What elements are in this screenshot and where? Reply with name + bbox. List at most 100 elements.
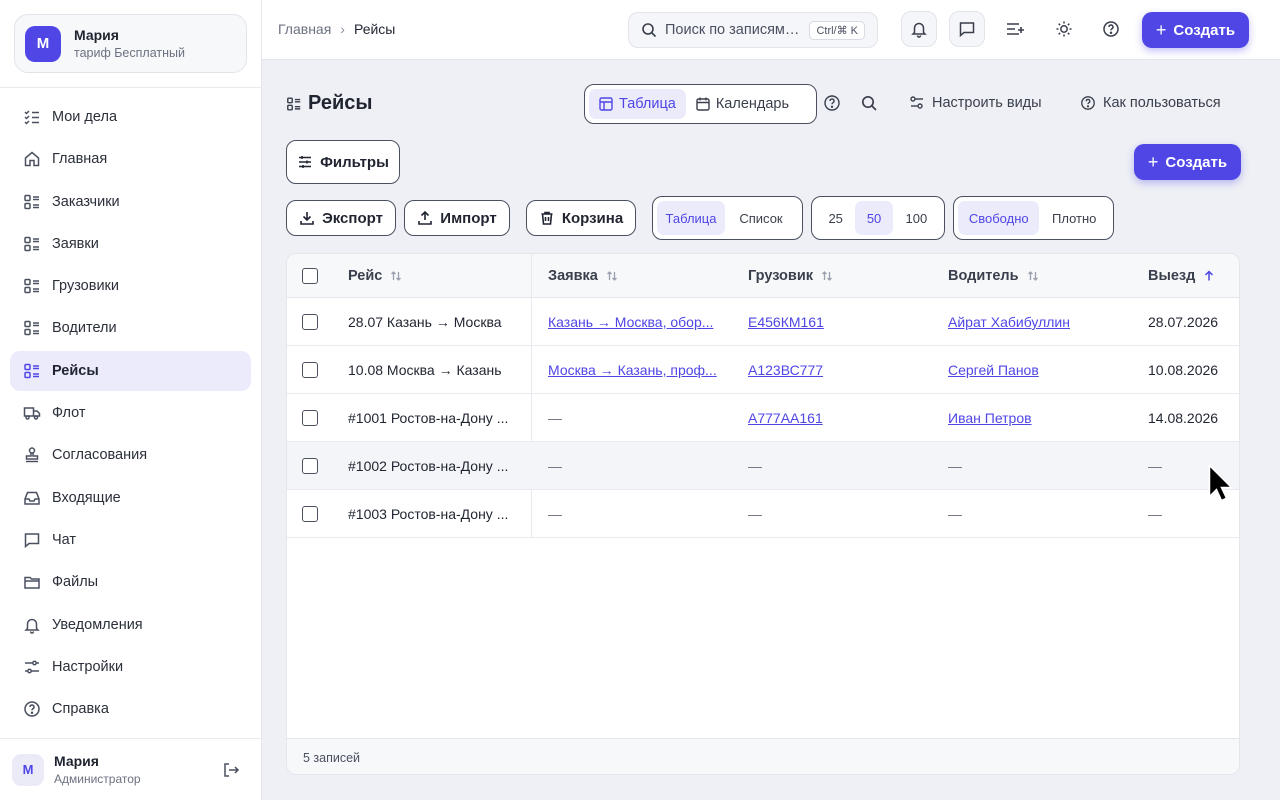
- cell-trip[interactable]: 10.08 Москва → Казань: [348, 346, 523, 394]
- driver-link[interactable]: Иван Петров: [948, 410, 1032, 426]
- tab-calendar-view[interactable]: Календарь: [686, 89, 799, 119]
- driver-link[interactable]: Сергей Панов: [948, 362, 1039, 378]
- sidebar-item-trips[interactable]: Рейсы: [10, 350, 251, 391]
- tab-table-view[interactable]: Таблица: [589, 89, 686, 119]
- configure-views-link[interactable]: Настроить виды: [909, 95, 1042, 111]
- list-add-icon: [1005, 20, 1025, 38]
- driver-link[interactable]: Айрат Хабибуллин: [948, 314, 1070, 330]
- row-checkbox[interactable]: [302, 506, 318, 522]
- sidebar-item-drivers[interactable]: Водители: [10, 308, 251, 348]
- workspace-switcher[interactable]: М Мария тариф Бесплатный: [14, 14, 247, 73]
- table-row[interactable]: #1003 Ростов-на-Дону ... — — — —: [287, 490, 1239, 538]
- cell-order: —: [548, 506, 562, 522]
- truck-link[interactable]: А777АА161: [748, 410, 823, 426]
- select-all-checkbox[interactable]: [302, 268, 318, 284]
- column-header-order[interactable]: Заявка: [548, 254, 618, 298]
- sort-icon: [390, 270, 402, 282]
- search-shortcut: Ctrl/⌘ K: [809, 21, 865, 40]
- help-button[interactable]: [1093, 11, 1129, 47]
- sidebar-item-notifications[interactable]: Уведомления: [10, 605, 251, 645]
- plus-icon: +: [1155, 19, 1167, 40]
- home-icon: [22, 149, 42, 169]
- density-loose[interactable]: Свободно: [958, 201, 1040, 235]
- help-icon[interactable]: [823, 94, 843, 114]
- sidebar-item-fleet[interactable]: Флот: [10, 393, 251, 433]
- table-row[interactable]: #1001 Ростов-на-Дону ... — А777АА161 Ива…: [287, 394, 1239, 442]
- list-icon: [22, 192, 42, 212]
- create-label: Создать: [1173, 21, 1236, 39]
- search-icon[interactable]: [860, 94, 880, 114]
- sidebar-item-label: Мои дела: [52, 109, 118, 125]
- column-header-trip[interactable]: Рейс: [348, 254, 402, 298]
- table-row[interactable]: 10.08 Москва → Казань Москва → Казань, п…: [287, 346, 1239, 394]
- sidebar-item-settings[interactable]: Настройки: [10, 647, 251, 687]
- sidebar-item-trucks[interactable]: Грузовики: [10, 266, 251, 306]
- table-row[interactable]: 28.07 Казань → Москва Казань → Москва, о…: [287, 298, 1239, 346]
- create-button-top[interactable]: + Создать: [1142, 12, 1249, 48]
- table-row[interactable]: #1002 Ростов-на-Дону ... — — — —: [287, 442, 1239, 490]
- truck-link[interactable]: А123ВС777: [748, 362, 823, 378]
- chat-button[interactable]: [949, 11, 985, 47]
- create-button[interactable]: + Создать: [1134, 144, 1241, 180]
- sidebar-item-orders[interactable]: Заявки: [10, 224, 251, 264]
- page-size-25[interactable]: 25: [816, 201, 855, 235]
- cell-truck: —: [748, 458, 762, 474]
- search-input[interactable]: Поиск по записям… Ctrl/⌘ K: [628, 12, 878, 48]
- user-name: Мария: [54, 753, 99, 769]
- notifications-button[interactable]: [901, 11, 937, 47]
- mouse-cursor-icon: [1208, 464, 1234, 506]
- density-compact[interactable]: Плотно: [1039, 201, 1109, 235]
- workspace-plan: тариф Бесплатный: [74, 46, 185, 60]
- sun-icon: [1055, 20, 1073, 38]
- filters-button[interactable]: Фильтры: [286, 140, 400, 184]
- how-to-use-link[interactable]: Как пользоваться: [1080, 95, 1221, 111]
- chat-icon: [22, 530, 42, 550]
- cell-trip[interactable]: #1001 Ростов-на-Дону ...: [348, 394, 523, 442]
- column-header-departure[interactable]: Выезд: [1148, 254, 1215, 298]
- column-header-truck[interactable]: Грузовик: [748, 254, 833, 298]
- logout-icon[interactable]: [222, 761, 242, 781]
- cell-driver: —: [948, 458, 962, 474]
- sidebar-item-label: Чат: [52, 531, 77, 548]
- display-mode-list[interactable]: Список: [725, 201, 797, 235]
- sort-icon: [606, 270, 618, 282]
- workspace-name: Мария: [74, 27, 119, 43]
- sidebar-item-home[interactable]: Главная: [10, 139, 251, 179]
- help-icon: [1080, 95, 1096, 111]
- order-link[interactable]: Москва → Казань, проф...: [548, 362, 717, 378]
- sidebar-item-chat[interactable]: Чат: [10, 520, 251, 560]
- cell-trip[interactable]: #1003 Ростов-на-Дону ...: [348, 490, 523, 538]
- sidebar-item-help[interactable]: Справка: [10, 689, 251, 729]
- import-button[interactable]: Импорт: [404, 200, 510, 236]
- sidebar-item-inbox[interactable]: Входящие: [10, 478, 251, 518]
- order-link[interactable]: Казань → Москва, обор...: [548, 314, 713, 330]
- column-label: Заявка: [548, 268, 598, 284]
- row-checkbox[interactable]: [302, 458, 318, 474]
- row-checkbox[interactable]: [302, 314, 318, 330]
- row-checkbox[interactable]: [302, 410, 318, 426]
- settings-icon: [22, 657, 42, 677]
- page-size-switcher: 25 50 100: [811, 196, 945, 240]
- trash-button[interactable]: Корзина: [526, 200, 636, 236]
- avatar[interactable]: М: [12, 753, 44, 786]
- sidebar-item-customers[interactable]: Заказчики: [10, 182, 251, 222]
- truck-link[interactable]: Е456КМ161: [748, 314, 824, 330]
- cell-trip[interactable]: #1002 Ростов-на-Дону ...: [348, 442, 523, 490]
- breadcrumb-home[interactable]: Главная: [278, 21, 331, 37]
- cell-trip[interactable]: 28.07 Казань → Москва: [348, 298, 523, 346]
- theme-toggle-button[interactable]: [1046, 11, 1082, 47]
- sidebar-item-approvals[interactable]: Согласования: [10, 435, 251, 475]
- cell-truck: А123ВС777: [748, 346, 928, 394]
- column-header-driver[interactable]: Водитель: [948, 254, 1039, 298]
- export-button[interactable]: Экспорт: [286, 200, 396, 236]
- page-size-50[interactable]: 50: [855, 201, 893, 235]
- breadcrumb: Главная › Рейсы: [278, 21, 395, 37]
- display-mode-table[interactable]: Таблица: [657, 201, 725, 235]
- page-size-100[interactable]: 100: [893, 201, 940, 235]
- cell-driver: Сергей Панов: [948, 346, 1138, 394]
- sidebar-item-files[interactable]: Файлы: [10, 562, 251, 602]
- sort-ascending-icon: [1203, 270, 1215, 282]
- sidebar-item-my-tasks[interactable]: Мои дела: [10, 97, 251, 137]
- tasks-button[interactable]: [997, 11, 1033, 47]
- row-checkbox[interactable]: [302, 362, 318, 378]
